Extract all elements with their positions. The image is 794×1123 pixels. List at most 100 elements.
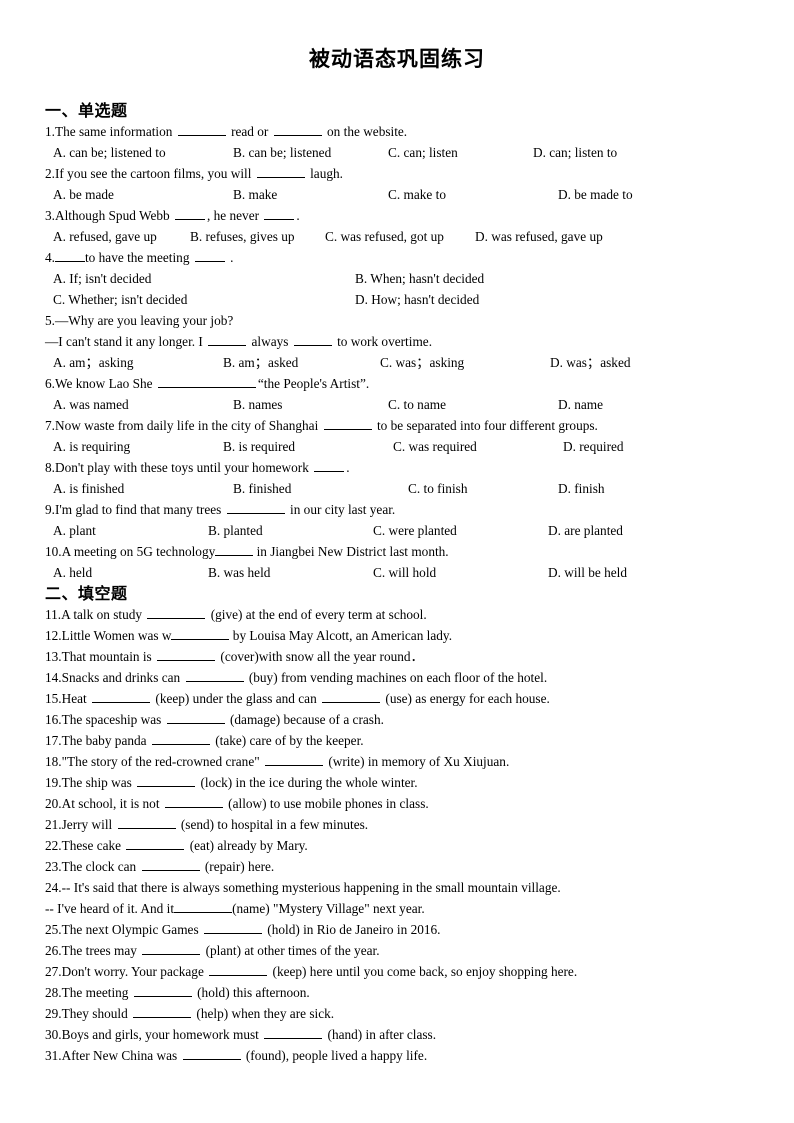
answer-blank[interactable] — [142, 941, 201, 955]
answer-blank[interactable] — [133, 983, 192, 997]
option-b[interactable]: B. was held — [208, 562, 270, 583]
option-d[interactable]: D. are planted — [548, 520, 623, 541]
question-17: 17.The baby panda (take) care of by the … — [45, 730, 755, 751]
option-c[interactable]: C. was refused, got up — [325, 226, 444, 247]
answer-blank[interactable] — [157, 374, 256, 388]
option-c[interactable]: C. will hold — [373, 562, 436, 583]
question-28: 28.The meeting (hold) this afternoon. — [45, 982, 755, 1003]
answer-blank[interactable] — [174, 206, 205, 220]
question-10-options: A. held B. was held C. will hold D. will… — [45, 562, 755, 583]
answer-blank[interactable] — [133, 1004, 192, 1018]
option-c[interactable]: C. was；asking — [380, 352, 464, 373]
option-b[interactable]: B. planted — [208, 520, 263, 541]
answer-blank[interactable] — [54, 248, 85, 262]
option-c[interactable]: C. Whether; isn't decided — [53, 289, 187, 310]
question-1-stem: 1.The same information read or on the we… — [45, 121, 755, 142]
question-14: 14.Snacks and drinks can (buy) from vend… — [45, 667, 755, 688]
answer-blank[interactable] — [203, 920, 262, 934]
answer-blank[interactable] — [256, 164, 305, 178]
answer-blank[interactable] — [174, 899, 233, 913]
option-b[interactable]: B. is required — [223, 436, 295, 457]
option-d[interactable]: D. was refused, gave up — [475, 226, 603, 247]
answer-blank[interactable] — [322, 689, 381, 703]
option-d[interactable]: D. required — [563, 436, 624, 457]
answer-blank[interactable] — [209, 962, 268, 976]
stem-text: (damage) because of a crash. — [229, 712, 384, 727]
answer-blank[interactable] — [126, 836, 185, 850]
option-d[interactable]: D. finish — [558, 478, 605, 499]
question-number: 2. — [45, 166, 55, 181]
option-c[interactable]: C. was required — [393, 436, 477, 457]
option-a[interactable]: A. is requiring — [53, 436, 130, 457]
option-b[interactable]: B. names — [233, 394, 283, 415]
stem-text: The next Olympic Games — [61, 922, 199, 937]
answer-blank[interactable] — [151, 731, 210, 745]
answer-blank[interactable] — [323, 416, 372, 430]
answer-blank[interactable] — [164, 794, 223, 808]
option-a[interactable]: A. be made — [53, 184, 114, 205]
question-21: 21.Jerry will (send) to hospital in a fe… — [45, 814, 755, 835]
stem-text: The clock can — [61, 859, 137, 874]
answer-blank[interactable] — [182, 1046, 241, 1060]
option-b[interactable]: B. finished — [233, 478, 291, 499]
option-b[interactable]: B. refuses, gives up — [190, 226, 295, 247]
question-number: 29. — [45, 1006, 62, 1021]
option-c[interactable]: C. make to — [388, 184, 446, 205]
answer-blank[interactable] — [264, 206, 295, 220]
stem-text: —I can't stand it any longer. I — [45, 334, 203, 349]
answer-blank[interactable] — [92, 689, 151, 703]
question-number: 15. — [45, 691, 62, 706]
answer-blank[interactable] — [273, 122, 322, 136]
answer-blank[interactable] — [147, 605, 206, 619]
answer-blank[interactable] — [177, 122, 226, 136]
stem-text: The meeting — [61, 985, 129, 1000]
option-c[interactable]: C. were planted — [373, 520, 457, 541]
option-d[interactable]: D. will be held — [548, 562, 627, 583]
answer-blank[interactable] — [226, 500, 285, 514]
answer-blank[interactable] — [157, 647, 216, 661]
answer-blank[interactable] — [117, 815, 176, 829]
option-b[interactable]: B. can be; listened — [233, 142, 331, 163]
option-a[interactable]: A. am；asking — [53, 352, 134, 373]
question-24-line2: -- I've heard of it. And it (name) "Myste… — [45, 898, 755, 919]
stem-text: Snacks and drinks can — [61, 670, 181, 685]
option-d[interactable]: D. name — [558, 394, 603, 415]
option-a[interactable]: A. refused, gave up — [53, 226, 157, 247]
stem-text: in Jiangbei New District last month. — [256, 544, 449, 559]
option-b[interactable]: B. am；asked — [223, 352, 298, 373]
question-13: 13.That mountain is (cover)with snow all… — [45, 646, 755, 667]
option-c[interactable]: C. to name — [388, 394, 446, 415]
answer-blank[interactable] — [194, 248, 225, 262]
option-c[interactable]: C. to finish — [408, 478, 467, 499]
answer-blank[interactable] — [264, 1025, 323, 1039]
answer-blank[interactable] — [293, 332, 332, 346]
answer-blank[interactable] — [265, 752, 323, 766]
option-d[interactable]: D. be made to — [558, 184, 633, 205]
answer-blank[interactable] — [208, 332, 247, 346]
answer-blank[interactable] — [166, 710, 225, 724]
question-3-stem: 3.Although Spud Webb , he never . — [45, 205, 755, 226]
answer-blank[interactable] — [141, 857, 200, 871]
stem-text: laugh. — [310, 166, 343, 181]
option-a[interactable]: A. If; isn't decided — [53, 268, 151, 289]
option-a[interactable]: A. held — [53, 562, 92, 583]
option-d[interactable]: D. How; hasn't decided — [355, 289, 479, 310]
answer-blank[interactable] — [137, 773, 196, 787]
answer-blank[interactable] — [215, 542, 254, 556]
answer-blank[interactable] — [185, 668, 244, 682]
option-d[interactable]: D. was；asked — [550, 352, 631, 373]
question-26: 26.The trees may (plant) at other times … — [45, 940, 755, 961]
option-c[interactable]: C. can; listen — [388, 142, 458, 163]
option-a[interactable]: A. was named — [53, 394, 129, 415]
question-number: 31. — [45, 1048, 62, 1063]
answer-blank[interactable] — [171, 626, 230, 640]
question-4-options-row1: A. If; isn't decided B. When; hasn't dec… — [45, 268, 755, 289]
option-b[interactable]: B. When; hasn't decided — [355, 268, 484, 289]
answer-blank[interactable] — [314, 458, 345, 472]
option-a[interactable]: A. plant — [53, 520, 96, 541]
option-a[interactable]: A. can be; listened to — [53, 142, 166, 163]
option-d[interactable]: D. can; listen to — [533, 142, 617, 163]
question-11: 11.A talk on study (give) at the end of … — [45, 604, 755, 625]
option-b[interactable]: B. make — [233, 184, 277, 205]
option-a[interactable]: A. is finished — [53, 478, 124, 499]
